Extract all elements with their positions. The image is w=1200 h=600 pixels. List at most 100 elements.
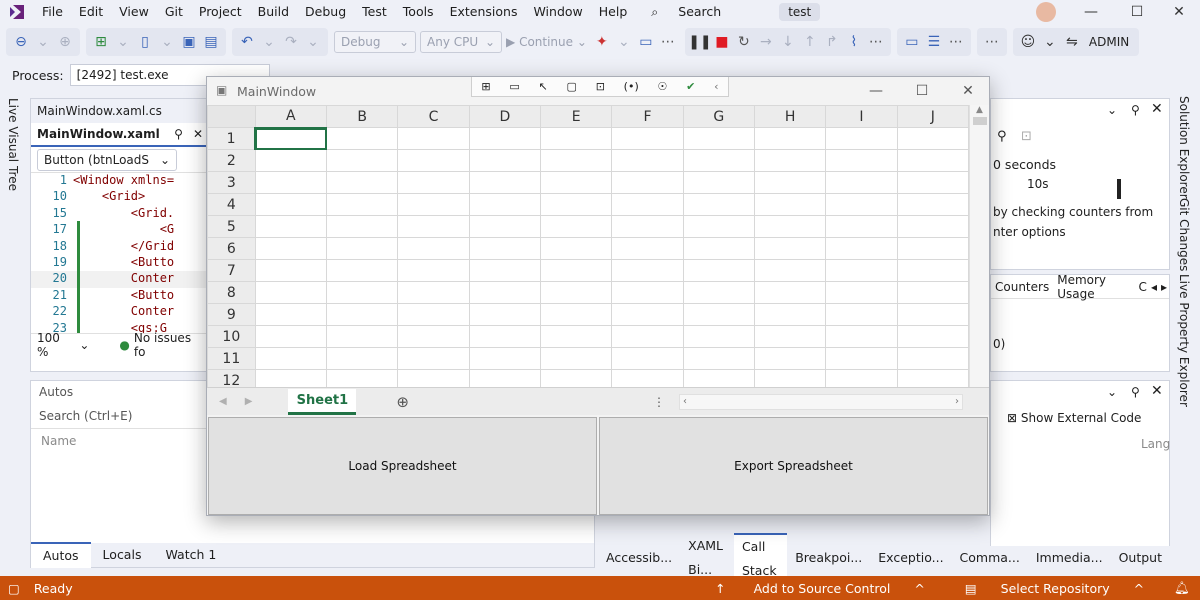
- cell[interactable]: [325, 347, 399, 370]
- cell[interactable]: [468, 193, 542, 216]
- open-icon[interactable]: ▯: [134, 31, 156, 53]
- cell[interactable]: [397, 215, 470, 238]
- menu-build[interactable]: Build: [250, 0, 297, 24]
- tab-command[interactable]: Comma...: [952, 546, 1028, 570]
- cell[interactable]: [825, 149, 898, 172]
- cell[interactable]: [468, 369, 542, 387]
- window-minimize-icon[interactable]: —: [853, 77, 899, 105]
- window-maximize-icon[interactable]: ☐: [899, 77, 945, 105]
- cell[interactable]: [468, 237, 542, 260]
- stop-icon[interactable]: ■: [711, 31, 733, 53]
- tab-exceptions[interactable]: Exceptio...: [870, 546, 951, 570]
- cell[interactable]: [825, 259, 898, 282]
- cell[interactable]: [682, 215, 755, 238]
- notifications-icon[interactable]: 🔔︎: [1164, 580, 1200, 596]
- cell[interactable]: [682, 127, 755, 150]
- close-icon[interactable]: ✕: [1151, 101, 1163, 117]
- cell[interactable]: [896, 149, 969, 172]
- cell[interactable]: [254, 171, 328, 194]
- save-icon[interactable]: ▣: [178, 31, 200, 53]
- cell[interactable]: [468, 303, 542, 326]
- column-header-lang[interactable]: Lang: [1141, 437, 1170, 451]
- tab-accessibility[interactable]: Accessib...: [598, 546, 680, 570]
- menu-extensions[interactable]: Extensions: [442, 0, 526, 24]
- load-spreadsheet-button[interactable]: Load Spreadsheet: [208, 417, 597, 515]
- cell[interactable]: [825, 215, 898, 238]
- video-icon[interactable]: ▭: [509, 80, 519, 93]
- hot-reload-icon[interactable]: ✦: [591, 31, 613, 53]
- column-header-d[interactable]: D: [468, 105, 542, 128]
- zoom-reset-icon[interactable]: ⊡: [1021, 129, 1032, 144]
- cell[interactable]: [825, 281, 898, 304]
- cell[interactable]: [468, 259, 542, 282]
- cell[interactable]: [325, 259, 399, 282]
- chevron-down-icon[interactable]: ⌄: [258, 31, 280, 53]
- cell[interactable]: [539, 347, 613, 370]
- avatar[interactable]: [1036, 2, 1056, 22]
- chevron-down-icon[interactable]: ⌄: [613, 31, 635, 53]
- cell[interactable]: [753, 259, 827, 282]
- cell[interactable]: [468, 325, 542, 348]
- tab-watch-1[interactable]: Watch 1: [153, 543, 228, 567]
- cell[interactable]: [397, 171, 470, 194]
- save-all-icon[interactable]: ▤: [200, 31, 222, 53]
- cell[interactable]: [825, 325, 898, 348]
- cell[interactable]: [254, 259, 328, 282]
- cell[interactable]: [896, 325, 969, 348]
- cell[interactable]: [896, 259, 969, 282]
- new-item-icon[interactable]: ⊞: [90, 31, 112, 53]
- cell[interactable]: [753, 281, 827, 304]
- tab-xaml-binding[interactable]: XAML Bi...: [680, 534, 734, 582]
- cell[interactable]: [397, 281, 470, 304]
- cell[interactable]: [325, 127, 399, 150]
- more-icon[interactable]: ⋯: [981, 31, 1003, 53]
- more-icon[interactable]: ⋯: [657, 31, 679, 53]
- cell[interactable]: [611, 347, 684, 370]
- cell[interactable]: [611, 127, 684, 150]
- column-header-a[interactable]: A: [254, 105, 328, 129]
- cell[interactable]: [325, 193, 399, 216]
- cell[interactable]: [825, 127, 898, 150]
- cell[interactable]: [682, 259, 755, 282]
- scroll-left-icon[interactable]: ◂: [1149, 280, 1159, 294]
- chevron-down-icon[interactable]: ⌄: [156, 31, 178, 53]
- redo-icon[interactable]: ↷: [280, 31, 302, 53]
- cell[interactable]: [682, 193, 755, 216]
- row-header[interactable]: 11: [207, 347, 256, 370]
- cell[interactable]: [397, 325, 470, 348]
- select-all-corner[interactable]: [207, 105, 256, 128]
- cell[interactable]: [753, 127, 827, 150]
- prev-sheet-icon[interactable]: ◀: [219, 396, 227, 407]
- code-area[interactable]: 1 <Window xmlns= 10 <Grid> 15 <Grid. 17 <…: [31, 173, 209, 333]
- cell[interactable]: [753, 149, 827, 172]
- cell[interactable]: [397, 127, 470, 150]
- scroll-up-icon[interactable]: ▲: [970, 105, 989, 115]
- cell[interactable]: [611, 303, 684, 326]
- cell[interactable]: [825, 193, 898, 216]
- cell[interactable]: [753, 237, 827, 260]
- cell[interactable]: [682, 369, 755, 387]
- menu-edit[interactable]: Edit: [71, 0, 111, 24]
- cell[interactable]: [539, 215, 613, 238]
- cell[interactable]: [896, 171, 969, 194]
- cell[interactable]: [468, 281, 542, 304]
- cell[interactable]: [254, 215, 328, 238]
- cell[interactable]: [539, 193, 613, 216]
- menu-git[interactable]: Git: [157, 0, 191, 24]
- row-header[interactable]: 2: [207, 149, 256, 172]
- chevron-down-icon[interactable]: ⌄: [1039, 31, 1061, 53]
- git-changes-tab[interactable]: Git Changes: [1177, 198, 1191, 271]
- chevron-down-icon[interactable]: ⌄: [79, 338, 89, 352]
- cell[interactable]: [682, 281, 755, 304]
- column-header-c[interactable]: C: [397, 105, 470, 128]
- cell[interactable]: [468, 127, 542, 150]
- cell[interactable]: [254, 281, 328, 304]
- live-share-icon[interactable]: ⇋: [1061, 31, 1083, 53]
- cell[interactable]: [397, 237, 470, 260]
- row-header[interactable]: 4: [207, 193, 256, 216]
- pin-icon[interactable]: ⚲: [174, 127, 183, 141]
- forward-icon[interactable]: ⊕: [54, 31, 76, 53]
- track-focus-icon[interactable]: ⊡: [596, 80, 605, 93]
- cell[interactable]: [254, 149, 328, 172]
- cell[interactable]: [896, 347, 969, 370]
